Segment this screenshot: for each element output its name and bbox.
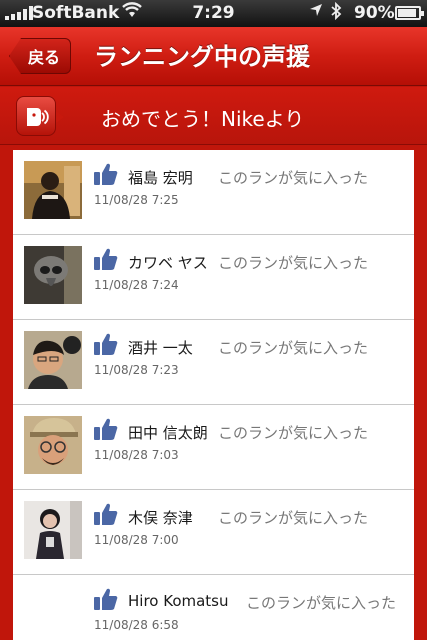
thumbs-up-icon <box>93 162 119 190</box>
avatar <box>24 586 82 640</box>
bluetooth-icon <box>330 1 342 24</box>
cheer-list[interactable]: 福島 宏明 このランが気に入った 11/08/28 7:25 カワベ ヤス この… <box>13 150 414 640</box>
user-name: 酒井 一太 <box>128 339 193 357</box>
timestamp: 11/08/28 7:03 <box>94 448 179 462</box>
timestamp: 11/08/28 6:58 <box>94 618 179 632</box>
avatar <box>24 161 82 219</box>
thumbs-up-icon <box>93 502 119 530</box>
cheer-banner: おめでとう！Nikeより <box>0 87 427 145</box>
location-arrow-icon <box>309 3 323 21</box>
avatar <box>24 416 82 474</box>
list-item[interactable]: Hiro Komatsu このランが気に入った 11/08/28 6:58 <box>13 575 414 640</box>
list-item[interactable]: 木俣 奈津 このランが気に入った 11/08/28 7:00 <box>13 490 414 575</box>
user-name: カワベ ヤス <box>128 254 208 272</box>
user-name: Hiro Komatsu <box>128 592 229 610</box>
status-bar: SoftBank 7:29 90% <box>0 0 427 27</box>
thumbs-up-icon <box>93 417 119 445</box>
user-name: 木俣 奈津 <box>128 509 193 527</box>
avatar <box>24 331 82 389</box>
like-action-text: このランが気に入った <box>218 424 369 442</box>
navigation-bar: 戻る ランニング中の声援 <box>0 27 427 86</box>
speaker-voice-icon <box>16 96 64 136</box>
user-name: 田中 信太朗 <box>128 424 208 442</box>
avatar <box>24 501 82 559</box>
thumbs-up-icon <box>93 587 119 615</box>
timestamp: 11/08/28 7:24 <box>94 278 179 292</box>
battery-percentage: 90% <box>354 3 395 23</box>
like-action-text: このランが気に入った <box>246 594 397 612</box>
like-action-text: このランが気に入った <box>218 339 369 357</box>
list-item[interactable]: カワベ ヤス このランが気に入った 11/08/28 7:24 <box>13 235 414 320</box>
like-action-text: このランが気に入った <box>218 169 369 187</box>
page-title: ランニング中の声援 <box>94 43 310 71</box>
list-item[interactable]: 田中 信太朗 このランが気に入った 11/08/28 7:03 <box>13 405 414 490</box>
like-action-text: このランが気に入った <box>218 509 369 527</box>
list-item[interactable]: 福島 宏明 このランが気に入った 11/08/28 7:25 <box>13 150 414 235</box>
list-item[interactable]: 酒井 一太 このランが気に入った 11/08/28 7:23 <box>13 320 414 405</box>
thumbs-up-icon <box>93 247 119 275</box>
battery-icon <box>395 6 424 20</box>
timestamp: 11/08/28 7:23 <box>94 363 179 377</box>
avatar <box>24 246 82 304</box>
timestamp: 11/08/28 7:25 <box>94 193 179 207</box>
user-name: 福島 宏明 <box>128 169 193 187</box>
like-action-text: このランが気に入った <box>218 254 369 272</box>
timestamp: 11/08/28 7:00 <box>94 533 179 547</box>
thumbs-up-icon <box>93 332 119 360</box>
cheer-message: おめでとう！Nikeより <box>101 107 305 131</box>
back-button[interactable]: 戻る <box>9 38 71 74</box>
